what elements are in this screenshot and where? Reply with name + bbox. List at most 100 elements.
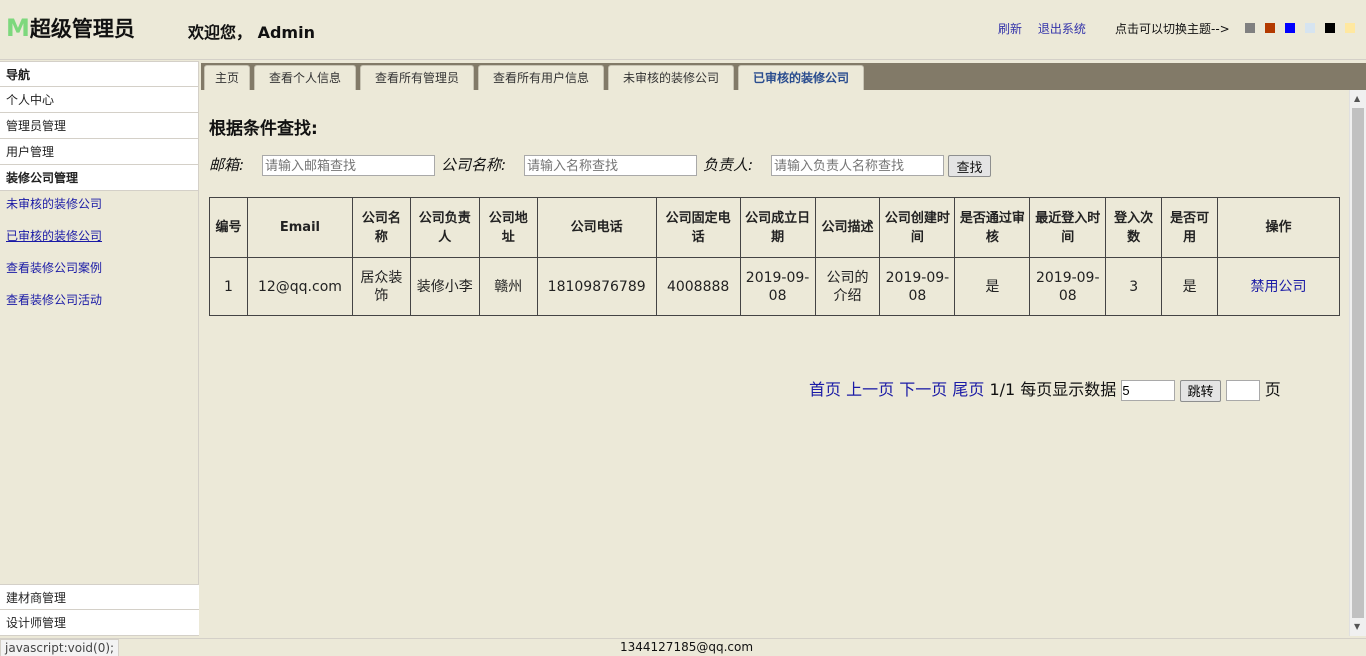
theme-tip: 点击可以切换主题--> [1115,22,1230,36]
table-header-row: 编号 Email 公司名称 公司负责人 公司地址 公司电话 公司固定电话 公司成… [209,197,1340,258]
cell-actions: 禁用公司 [1217,257,1340,316]
sidebar-item-admin-management[interactable]: 管理员管理 [0,113,198,139]
tab-personal-info[interactable]: 查看个人信息 [254,65,356,90]
unreviewed-companies-link[interactable]: 未审核的装修公司 [6,197,102,211]
col-header-created-time: 公司创建时间 [879,197,956,258]
status-bar: javascript:void(0); 1344127185@qq.com [0,638,1366,656]
cell-phone: 18109876789 [536,257,657,316]
sidebar-item-supplier-management[interactable]: 建材商管理 [0,584,199,610]
col-header-id: 编号 [209,197,248,258]
company-name-label: 公司名称: [441,156,507,174]
prev-page-link[interactable]: 上一页 [846,380,894,399]
cell-login-count: 3 [1105,257,1163,316]
email-label: 邮箱: [209,156,245,174]
logo-mark: M [6,14,30,42]
col-header-landline: 公司固定电话 [655,197,741,258]
cell-owner: 装修小李 [409,257,480,316]
sidebar: 导航 个人中心 管理员管理 用户管理 装修公司管理 未审核的装修公司 已审核的装… [0,61,199,636]
vertical-scrollbar[interactable]: ▲ ▼ [1349,90,1366,636]
cell-company-name: 居众装饰 [351,257,411,316]
sidebar-header: 导航 [0,61,198,87]
sidebar-item-designer-management[interactable]: 设计师管理 [0,610,199,636]
email-search-input[interactable] [262,155,435,176]
refresh-link[interactable]: 刷新 [998,22,1022,36]
col-header-description: 公司描述 [814,197,881,258]
disable-company-link[interactable]: 禁用公司 [1251,279,1307,295]
header: M超级管理员 欢迎您， Admin 刷新 退出系统 点击可以切换主题--> [0,0,1366,60]
col-header-company-name: 公司名称 [351,197,411,258]
pagination: 首页 上一页 下一页 尾页 1/1 每页显示数据 跳转 页 [809,376,1281,402]
tab-home[interactable]: 主页 [204,65,250,90]
theme-swatch-lightblue[interactable] [1305,23,1315,33]
tab-unreviewed-companies[interactable]: 未审核的装修公司 [608,65,734,90]
company-cases-link[interactable]: 查看装修公司案例 [6,261,102,275]
theme-swatch-rust[interactable] [1265,23,1275,33]
scroll-down-icon[interactable]: ▼ [1354,622,1360,631]
col-header-address: 公司地址 [478,197,538,258]
jump-button[interactable]: 跳转 [1180,379,1221,402]
col-header-actions: 操作 [1217,197,1340,258]
jump-page-input[interactable] [1225,380,1260,401]
col-header-owner: 公司负责人 [409,197,480,258]
logo-text: 超级管理员 [29,17,135,41]
search-button[interactable]: 查找 [948,155,991,177]
owner-label: 负责人: [703,156,754,174]
first-page-link[interactable]: 首页 [809,380,841,399]
tab-all-admins[interactable]: 查看所有管理员 [360,65,474,90]
theme-swatch-blue[interactable] [1285,23,1295,33]
sidebar-item-user-management[interactable]: 用户管理 [0,139,198,165]
sidebar-subitem-reviewed: 已审核的装修公司 [0,225,198,257]
table-row: 1 12@qq.com 居众装饰 装修小李 赣州 18109876789 400… [209,257,1340,316]
sidebar-item-personal-center[interactable]: 个人中心 [0,87,198,113]
owner-search-input[interactable] [771,155,944,176]
theme-swatch-yellow[interactable] [1345,23,1355,33]
cell-email: 12@qq.com [246,257,353,316]
cell-enabled: 是 [1161,257,1219,316]
company-table: 编号 Email 公司名称 公司负责人 公司地址 公司电话 公司固定电话 公司成… [209,197,1340,316]
col-header-founded-date: 公司成立日期 [739,197,816,258]
col-header-approved: 是否通过审核 [954,197,1031,258]
status-link-preview: javascript:void(0); [0,639,120,656]
cell-description: 公司的介绍 [814,257,881,316]
cell-last-login: 2019-09-08 [1029,257,1107,316]
scroll-up-icon[interactable]: ▲ [1354,94,1360,103]
per-page-input[interactable] [1121,380,1176,401]
col-header-login-count: 登入次数 [1105,197,1163,258]
cell-created-time: 2019-09-08 [879,257,956,316]
cell-approved: 是 [954,257,1031,316]
tab-all-users[interactable]: 查看所有用户信息 [478,65,604,90]
scroll-thumb[interactable] [1352,108,1364,618]
tab-reviewed-companies[interactable]: 已审核的装修公司 [738,65,864,90]
sidebar-item-company-management[interactable]: 装修公司管理 [0,165,198,191]
top-links: 刷新 退出系统 [998,20,1098,37]
per-page-label: 每页显示数据 [1020,380,1117,399]
cell-landline: 4008888 [655,257,741,316]
page-info: 1/1 [989,380,1016,399]
sidebar-subitem-unreviewed: 未审核的装修公司 [0,193,198,225]
search-title: 根据条件查找: [209,119,318,139]
page-suffix: 页 [1264,380,1281,399]
cell-id: 1 [209,257,248,316]
company-name-search-input[interactable] [524,155,697,176]
sidebar-bottom: 建材商管理 设计师管理 [0,584,199,636]
app-logo: M超级管理员 [6,13,135,43]
cell-founded-date: 2019-09-08 [739,257,816,316]
theme-swatch-gray[interactable] [1245,23,1255,33]
company-activities-link[interactable]: 查看装修公司活动 [6,293,102,307]
sidebar-subitem-cases: 查看装修公司案例 [0,257,198,289]
logout-link[interactable]: 退出系统 [1038,22,1086,36]
last-page-link[interactable]: 尾页 [952,380,984,399]
col-header-enabled: 是否可用 [1161,197,1219,258]
welcome-text: 欢迎您， Admin [188,23,315,42]
status-email: 1344127185@qq.com [620,640,754,654]
col-header-last-login: 最近登入时间 [1029,197,1107,258]
col-header-phone: 公司电话 [536,197,657,258]
next-page-link[interactable]: 下一页 [899,380,947,399]
sidebar-subitem-activities: 查看装修公司活动 [0,289,198,321]
col-header-email: Email [246,197,353,258]
reviewed-companies-link[interactable]: 已审核的装修公司 [6,229,102,243]
tab-bar: 主页 查看个人信息 查看所有管理员 查看所有用户信息 未审核的装修公司 已审核的… [201,63,1366,90]
cell-address: 赣州 [478,257,538,316]
theme-swatch-black[interactable] [1325,23,1335,33]
main-content: 根据条件查找: 邮箱: 公司名称: 负责人: 查找 编号 Email 公司名称 … [201,90,1349,636]
